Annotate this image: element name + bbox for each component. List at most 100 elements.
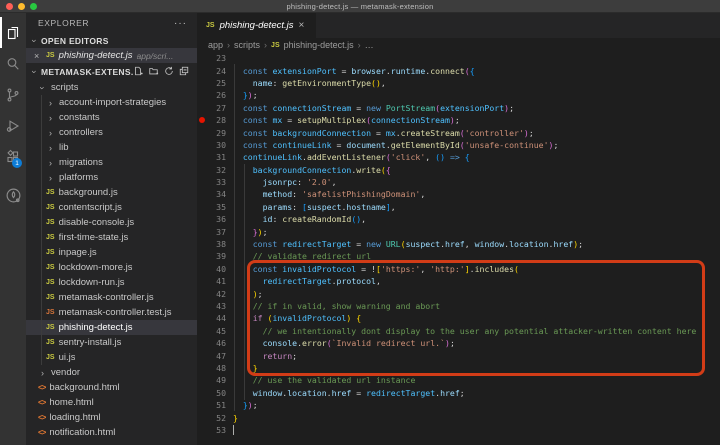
line-number[interactable]: 34 <box>197 189 226 199</box>
code-text[interactable]: const redirectTarget = new URL(suspect.h… <box>233 239 583 249</box>
code-text[interactable]: return; <box>233 351 297 361</box>
tree-item-background.js[interactable]: JSbackground.js <box>26 185 197 200</box>
code-text[interactable]: }); <box>233 400 258 410</box>
more-actions-icon[interactable]: ··· <box>174 18 187 29</box>
code-text[interactable]: const backgroundConnection = mx.createSt… <box>233 128 534 138</box>
tree-item-contentscript.js[interactable]: JScontentscript.js <box>26 200 197 215</box>
project-section-header[interactable]: › METAMASK-EXTENS... <box>26 63 197 80</box>
code-text[interactable]: ); <box>233 289 263 299</box>
code-line-50[interactable]: 50 window.location.href = redirectTarget… <box>197 387 720 399</box>
code-text[interactable]: const extensionPort = browser.runtime.co… <box>233 66 475 76</box>
source-control-icon[interactable] <box>0 79 26 110</box>
tree-item-lib[interactable]: ›lib <box>26 140 197 155</box>
code-text[interactable]: method: 'safelistPhishingDomain', <box>233 189 425 199</box>
code-line-45[interactable]: 45 // we intentionally dont display to t… <box>197 325 720 337</box>
code-text[interactable]: const connectionStream = new PortStream(… <box>233 103 514 113</box>
breadcrumb-item[interactable]: app <box>208 40 223 50</box>
refresh-icon[interactable] <box>164 66 174 78</box>
line-number[interactable]: 43 <box>197 301 226 311</box>
code-text[interactable]: const continueLink = document.getElement… <box>233 140 558 150</box>
code-line-37[interactable]: 37 }); <box>197 225 720 237</box>
line-number[interactable]: 45 <box>197 326 226 336</box>
tree-item-migrations[interactable]: ›migrations <box>26 155 197 170</box>
code-line-39[interactable]: 39 // validate redirect url <box>197 250 720 262</box>
code-line-29[interactable]: 29 const backgroundConnection = mx.creat… <box>197 126 720 138</box>
breadcrumb-item[interactable]: phishing-detect.js <box>284 40 354 50</box>
line-number[interactable]: 29 <box>197 128 226 138</box>
code-line-26[interactable]: 26 }); <box>197 89 720 101</box>
line-number[interactable]: 26 <box>197 90 226 100</box>
tree-item-lockdown-more.js[interactable]: JSlockdown-more.js <box>26 260 197 275</box>
tree-item-constants[interactable]: ›constants <box>26 110 197 125</box>
code-line-23[interactable]: 23 <box>197 52 720 64</box>
minimize-window-button[interactable] <box>18 3 25 10</box>
code-text[interactable]: const invalidProtocol = !['https:', 'htt… <box>233 264 519 274</box>
code-line-43[interactable]: 43 // if in valid, show warning and abor… <box>197 300 720 312</box>
line-number[interactable]: 47 <box>197 351 226 361</box>
search-icon[interactable] <box>0 48 26 79</box>
line-number[interactable]: 38 <box>197 239 226 249</box>
tree-item-sentry-install.js[interactable]: JSsentry-install.js <box>26 335 197 350</box>
chevron-right-icon[interactable]: › <box>46 143 55 153</box>
new-file-icon[interactable] <box>133 66 143 78</box>
code-text[interactable]: redirectTarget.protocol, <box>233 276 381 286</box>
code-line-25[interactable]: 25 name: getEnvironmentType(), <box>197 77 720 89</box>
tree-item-disable-console.js[interactable]: JSdisable-console.js <box>26 215 197 230</box>
tree-item-account-import-strategies[interactable]: ›account-import-strategies <box>26 95 197 110</box>
line-number[interactable]: 37 <box>197 227 226 237</box>
tree-item-vendor[interactable]: ›vendor <box>26 365 197 380</box>
tree-item-first-time-state.js[interactable]: JSfirst-time-state.js <box>26 230 197 245</box>
tree-item-metamask-controller.js[interactable]: JSmetamask-controller.js <box>26 290 197 305</box>
maximize-window-button[interactable] <box>30 3 37 10</box>
code-line-31[interactable]: 31 continueLink.addEventListener('click'… <box>197 151 720 163</box>
code-line-28[interactable]: 28 const mx = setupMultiplex(connectionS… <box>197 114 720 126</box>
line-number[interactable]: 27 <box>197 103 226 113</box>
chevron-right-icon[interactable]: › <box>46 173 55 183</box>
code-text[interactable]: continueLink.addEventListener('click', (… <box>233 152 470 162</box>
line-number[interactable]: 44 <box>197 313 226 323</box>
code-text[interactable]: jsonrpc: '2.0', <box>233 177 337 187</box>
run-debug-icon[interactable] <box>0 110 26 141</box>
code-line-48[interactable]: 48 } <box>197 362 720 374</box>
open-editor-item[interactable]: × JS phishing-detect.js app/scri... <box>26 48 197 63</box>
new-folder-icon[interactable] <box>148 66 159 78</box>
code-line-36[interactable]: 36 id: createRandomId(), <box>197 213 720 225</box>
line-number[interactable]: 48 <box>197 363 226 373</box>
code-line-32[interactable]: 32 backgroundConnection.write({ <box>197 164 720 176</box>
tree-item-notification.html[interactable]: <>notification.html <box>26 425 197 440</box>
tree-item-loading.html[interactable]: <>loading.html <box>26 410 197 425</box>
line-number[interactable]: 33 <box>197 177 226 187</box>
code-line-42[interactable]: 42 ); <box>197 287 720 299</box>
chevron-right-icon[interactable]: › <box>46 113 55 123</box>
line-number[interactable]: 32 <box>197 165 226 175</box>
tree-item-controllers[interactable]: ›controllers <box>26 125 197 140</box>
line-number[interactable]: 50 <box>197 388 226 398</box>
code-line-40[interactable]: 40 const invalidProtocol = !['https:', '… <box>197 263 720 275</box>
line-number[interactable]: 42 <box>197 289 226 299</box>
code-text[interactable]: params: [suspect.hostname], <box>233 202 396 212</box>
code-text[interactable]: name: getEnvironmentType(), <box>233 78 386 88</box>
code-line-44[interactable]: 44 if (invalidProtocol) { <box>197 312 720 324</box>
code-text[interactable]: // if in valid, show warning and abort <box>233 301 440 311</box>
code-text[interactable]: } <box>233 413 238 423</box>
code-text[interactable]: } <box>233 363 258 373</box>
chevron-right-icon[interactable]: › <box>46 128 55 138</box>
code-line-47[interactable]: 47 return; <box>197 349 720 361</box>
tree-item-home.html[interactable]: <>home.html <box>26 395 197 410</box>
line-number[interactable]: 41 <box>197 276 226 286</box>
code-text[interactable]: }); <box>233 90 258 100</box>
code-text[interactable]: window.location.href = redirectTarget.hr… <box>233 388 465 398</box>
tree-item-inpage.js[interactable]: JSinpage.js <box>26 245 197 260</box>
line-number[interactable]: 35 <box>197 202 226 212</box>
tab-phishing-detect[interactable]: JS phishing-detect.js × <box>197 13 317 38</box>
tree-item-scripts[interactable]: ›scripts <box>26 80 197 95</box>
breakpoint-icon[interactable] <box>199 117 205 123</box>
chevron-right-icon[interactable]: › <box>46 158 55 168</box>
line-number[interactable]: 25 <box>197 78 226 88</box>
code-line-38[interactable]: 38 const redirectTarget = new URL(suspec… <box>197 238 720 250</box>
chevron-right-icon[interactable]: › <box>46 98 55 108</box>
code-line-30[interactable]: 30 const continueLink = document.getElem… <box>197 139 720 151</box>
line-number[interactable]: 51 <box>197 400 226 410</box>
line-number[interactable]: 24 <box>197 66 226 76</box>
code-line-46[interactable]: 46 console.error(`Invalid redirect url.`… <box>197 337 720 349</box>
